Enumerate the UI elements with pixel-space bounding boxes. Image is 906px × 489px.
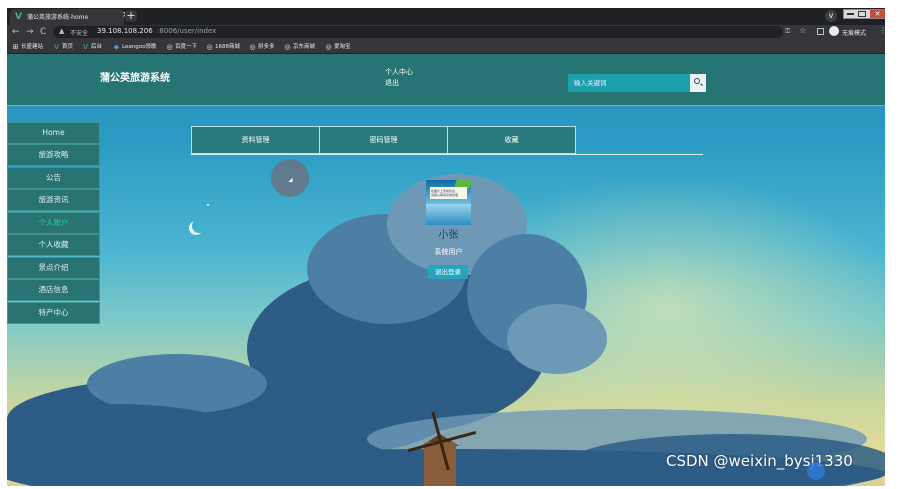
bookmark-item[interactable]: V 首页 — [53, 43, 73, 52]
sidebar-item-travel-guide[interactable]: 旅游攻略 — [7, 144, 100, 166]
star-icon[interactable]: ☆ — [799, 26, 806, 35]
globe-icon: ◎ — [325, 43, 332, 51]
back-icon[interactable]: ← — [12, 26, 20, 38]
window-controls: ✕ — [843, 9, 885, 19]
warning-icon[interactable]: ▲ — [59, 27, 64, 35]
tab-title: 蒲公英旅游系统-home — [27, 14, 89, 21]
watermark-badge-icon — [807, 462, 825, 480]
address-bar[interactable]: ▲ 不安全 39.108.108.206 :8006/user/index — [53, 26, 783, 38]
logout-button[interactable]: 退出登录 — [428, 265, 468, 279]
bookmark-item[interactable]: ◎ 爱淘宝 — [325, 43, 350, 52]
sidebar-item-home[interactable]: Home — [7, 122, 100, 144]
tab-favorites[interactable]: 收藏 — [447, 126, 576, 154]
menu-icon[interactable]: ⋮ — [879, 26, 885, 35]
sidebar-item-specialties[interactable]: 特产中心 — [7, 302, 100, 324]
cursor-highlight — [271, 159, 309, 197]
avatar[interactable]: 在图片上传成功后 请耐心等待系统处理 — [426, 180, 471, 225]
avatar-caption-line: 请耐心等待系统处理 — [431, 193, 459, 197]
bookmark-item[interactable]: ◎ 百度一下 — [166, 43, 197, 52]
browser-window: V 蒲公英旅游系统-home × + v ✕ ← → C ▲ 不安全 39.10… — [7, 8, 885, 486]
bookmark-item[interactable]: ◎ 京东商城 — [284, 43, 315, 52]
tab-profile[interactable]: 资料管理 — [191, 126, 320, 154]
site-logo[interactable]: 蒲公英旅游系统 — [100, 69, 170, 84]
side-panel-icon[interactable] — [817, 28, 824, 35]
moon-icon — [192, 219, 206, 233]
sidebar-item-travel-news[interactable]: 旅游资讯 — [7, 189, 100, 211]
bookmark-item[interactable]: ◎ 拼多多 — [249, 43, 274, 52]
page-viewport: 蒲公英旅游系统 个人中心 退出 Home 旅游攻略 公告 旅游资讯 个人账户 个… — [7, 54, 885, 486]
vue-icon: V — [83, 43, 88, 51]
search-input[interactable] — [568, 74, 690, 92]
url-path: :8006/user/index — [157, 27, 217, 35]
tab-divider — [191, 154, 703, 155]
minimize-icon[interactable] — [847, 13, 854, 15]
forward-icon[interactable]: → — [26, 26, 34, 38]
close-icon[interactable]: ✕ — [870, 10, 885, 18]
browser-tab[interactable]: V 蒲公英旅游系统-home — [10, 9, 124, 25]
search-icon-handle — [699, 83, 704, 87]
new-tab-button[interactable]: + — [125, 10, 137, 22]
tab-password[interactable]: 密码管理 — [319, 126, 448, 154]
maximize-icon[interactable] — [858, 11, 866, 17]
globe-icon: ◎ — [166, 43, 173, 51]
bookmark-item[interactable]: ◎ 1688商城 — [206, 43, 240, 52]
bookmark-item[interactable]: ◆ Leangoo领歌 — [113, 43, 157, 52]
profile-icon[interactable]: v — [825, 10, 837, 22]
username: 小张 — [438, 230, 459, 241]
watermark: CSDN @weixin_bysj1330 — [666, 452, 853, 470]
diamond-icon: ◆ — [113, 43, 120, 51]
bookmark-item[interactable]: ⊞ 长盛建站 — [12, 43, 43, 52]
sidebar-item-attractions[interactable]: 景点介绍 — [7, 257, 100, 279]
logout-link[interactable]: 退出 — [385, 78, 399, 88]
search-button[interactable] — [690, 74, 706, 92]
bookmarks-bar: ⊞ 长盛建站 V 首页 V 后台 ◆ Leangoo领歌 ◎ 百度一下 ◎ 1688商城 ◎… — [7, 40, 885, 54]
bookmark-item[interactable]: V 后台 — [82, 43, 102, 52]
sidebar-item-favorites[interactable]: 个人收藏 — [7, 234, 100, 256]
globe-icon: ◎ — [249, 43, 256, 51]
sidebar-item-hotels[interactable]: 酒店信息 — [7, 279, 100, 301]
vue-favicon-icon: V — [15, 12, 22, 22]
tab-strip: V 蒲公英旅游系统-home × + v ✕ — [7, 8, 885, 25]
star-decoration — [207, 204, 209, 206]
apps-icon: ⊞ — [12, 43, 19, 51]
insecure-label: 不安全 — [70, 30, 89, 37]
vue-icon: V — [54, 43, 59, 51]
address-toolbar: ← → C ▲ 不安全 39.108.108.206 :8006/user/in… — [7, 25, 885, 40]
reload-icon[interactable]: C — [40, 26, 46, 38]
sidebar-item-account[interactable]: 个人账户 — [7, 212, 100, 234]
incognito-label: 无痕模式 — [842, 30, 867, 37]
key-icon[interactable]: ⚿ — [785, 27, 790, 36]
url-host: 39.108.108.206 — [97, 27, 153, 35]
site-header: 蒲公英旅游系统 个人中心 退出 — [7, 54, 885, 106]
user-role: 系统用户 — [434, 248, 463, 256]
globe-icon: ◎ — [206, 43, 213, 51]
cloud — [507, 304, 607, 374]
avatar-ground — [426, 204, 471, 225]
avatar-caption: 在图片上传成功后 请耐心等待系统处理 — [430, 187, 467, 199]
sidebar-item-notice[interactable]: 公告 — [7, 167, 100, 189]
globe-icon: ◎ — [284, 43, 291, 51]
incognito-icon[interactable] — [829, 26, 839, 36]
user-center-link[interactable]: 个人中心 — [385, 67, 413, 77]
